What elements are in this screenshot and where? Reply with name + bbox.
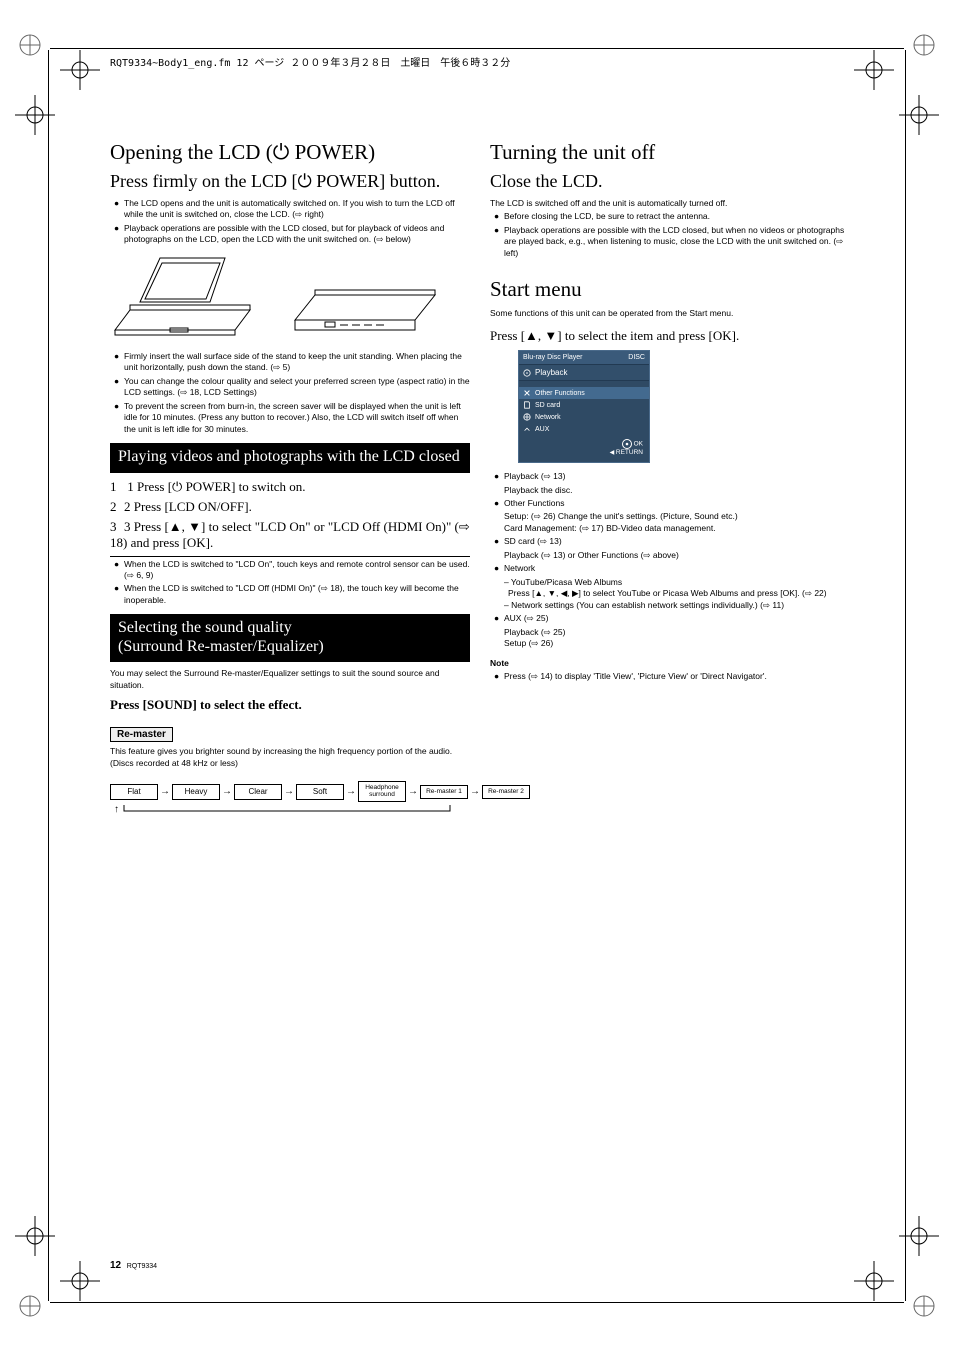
loop-line — [122, 804, 452, 812]
bullet-text: ●To prevent the screen from burn-in, the… — [114, 401, 470, 435]
heading-turn-off: Turning the unit off — [490, 140, 850, 165]
device-illustrations — [110, 250, 470, 345]
step-2: 22 Press [LCD ON/OFF]. — [110, 499, 470, 515]
eq-option: Clear — [234, 784, 282, 800]
eq-option: Re-master 1 — [420, 785, 468, 800]
bullet-text: ●Press (⇨ 14) to display 'Title View', '… — [494, 671, 850, 682]
bullet-text: ●Playback operations are possible with t… — [494, 225, 850, 259]
device-closed-illustration — [290, 250, 440, 345]
sdcard-icon — [523, 401, 531, 409]
crop-mark-bl — [15, 1291, 45, 1321]
paragraph: You may select the Surround Re-master/Eq… — [110, 668, 470, 691]
equalizer-flow: Flat → Heavy → Clear → Soft → Headphone … — [110, 781, 470, 802]
registration-mark — [60, 50, 100, 90]
bullet-text: ●When the LCD is switched to "LCD On", t… — [114, 559, 470, 582]
subheading-press-lcd: Press firmly on the LCD [⏻ POWER] button… — [110, 171, 470, 192]
preview-row-other: Other Functions — [519, 387, 649, 399]
arrow-icon: → — [160, 786, 170, 797]
sub-text: Setup: (⇨ 26) Change the unit's settings… — [504, 511, 850, 522]
guide-line — [50, 1302, 904, 1303]
note-label: Note — [490, 658, 850, 669]
right-column: Turning the unit off Close the LCD. The … — [490, 140, 850, 815]
bullet-text: ●SD card (⇨ 13) — [494, 536, 850, 547]
network-icon — [523, 413, 531, 421]
preview-row-sdcard: SD card — [519, 399, 649, 411]
eq-option: Heavy — [172, 784, 220, 800]
sub-text: – Network settings (You can establish ne… — [504, 600, 850, 611]
bullet-text: ●Firmly insert the wall surface side of … — [114, 351, 470, 374]
loop-arrow: ↑ — [114, 804, 470, 815]
registration-mark — [60, 1261, 100, 1301]
heading-start-menu: Start menu — [490, 277, 850, 302]
preview-footer: OK ◀ RETURN — [519, 435, 649, 462]
paragraph: The LCD is switched off and the unit is … — [490, 198, 850, 209]
remaster-label: Re-master — [110, 727, 173, 742]
arrow-icon: → — [222, 786, 232, 797]
guide-line — [905, 50, 906, 1301]
registration-mark — [15, 1216, 55, 1256]
onscreen-menu-preview: Blu-ray Disc Player DISC Playback Other … — [518, 350, 650, 463]
instruction: Press [▲, ▼] to select the item and pres… — [490, 328, 850, 344]
sub-text: Playback (⇨ 25) — [504, 627, 850, 638]
aux-icon — [523, 425, 531, 433]
power-icon: ⏻ — [297, 171, 311, 191]
step-3: 33 Press [▲, ▼] to select "LCD On" or "L… — [110, 519, 470, 552]
bullet-text: ●You can change the colour quality and s… — [114, 376, 470, 399]
power-icon: ⏻ — [273, 141, 290, 164]
preview-source: DISC — [628, 354, 645, 361]
sub-text: Playback (⇨ 13) or Other Functions (⇨ ab… — [504, 550, 850, 561]
eq-option: Soft — [296, 784, 344, 800]
registration-mark — [854, 50, 894, 90]
bullet-text: ●Other Functions — [494, 498, 850, 509]
section-bar-lcd-closed: Playing videos and photographs with the … — [110, 443, 470, 472]
preview-row-playback: Playback — [519, 364, 649, 381]
paragraph: This feature gives you brighter sound by… — [110, 746, 470, 769]
registration-mark — [854, 1261, 894, 1301]
sub-text: – YouTube/Picasa Web Albums — [504, 577, 850, 588]
preview-row-aux: AUX — [519, 423, 649, 435]
paragraph: Some functions of this unit can be opera… — [490, 308, 850, 319]
tools-icon — [523, 389, 531, 397]
bullet-text: ●Playback (⇨ 13) — [494, 471, 850, 482]
device-open-illustration — [110, 250, 260, 345]
arrow-icon: → — [470, 786, 480, 797]
preview-title: Blu-ray Disc Player — [523, 354, 583, 361]
page-footer: 12 RQT9334 — [110, 1260, 157, 1271]
bullet-text: ●Network — [494, 563, 850, 574]
eq-option: Headphone surround — [358, 781, 406, 802]
bullet-text: ●Playback operations are possible with t… — [114, 223, 470, 246]
heading-open-lcd: Opening the LCD (⏻ POWER) — [110, 140, 470, 165]
crop-mark-tl — [15, 30, 45, 60]
disc-icon — [523, 369, 531, 377]
sub-text: Setup (⇨ 26) — [504, 638, 850, 649]
guide-line — [48, 50, 49, 1301]
crop-mark-tr — [909, 30, 939, 60]
bullet-text: ●Before closing the LCD, be sure to retr… — [494, 211, 850, 222]
eq-option: Flat — [110, 784, 158, 800]
prepress-banner: RQT9334~Body1_eng.fm 12 ページ ２００９年３月２８日 土… — [110, 54, 510, 69]
power-icon: ⏻ — [172, 479, 182, 494]
crop-mark-br — [909, 1291, 939, 1321]
bullet-text: ●AUX (⇨ 25) — [494, 613, 850, 624]
instruction: Press [SOUND] to select the effect. — [110, 697, 470, 713]
arrow-icon: → — [408, 786, 418, 797]
arrow-icon: → — [284, 786, 294, 797]
sub-text: Card Management: (⇨ 17) BD-Video data ma… — [504, 523, 850, 534]
left-column: Opening the LCD (⏻ POWER) Press firmly o… — [110, 140, 470, 815]
bullet-text: ●The LCD opens and the unit is automatic… — [114, 198, 470, 221]
step-1: 1 1 Press [⏻ POWER] to switch on. — [110, 479, 470, 495]
registration-mark — [15, 95, 55, 135]
subheading-close-lcd: Close the LCD. — [490, 171, 850, 192]
guide-line — [50, 48, 904, 49]
preview-row-network: Network — [519, 411, 649, 423]
section-bar-sound: Selecting the sound quality (Surround Re… — [110, 614, 470, 662]
arrow-icon: → — [346, 786, 356, 797]
sub-text: Playback the disc. — [504, 485, 850, 496]
sub-text: Press [▲, ▼, ◀, ▶] to select YouTube or … — [508, 588, 850, 599]
dpad-icon — [622, 439, 632, 449]
divider — [110, 556, 470, 557]
bullet-text: ●When the LCD is switched to "LCD Off (H… — [114, 583, 470, 606]
